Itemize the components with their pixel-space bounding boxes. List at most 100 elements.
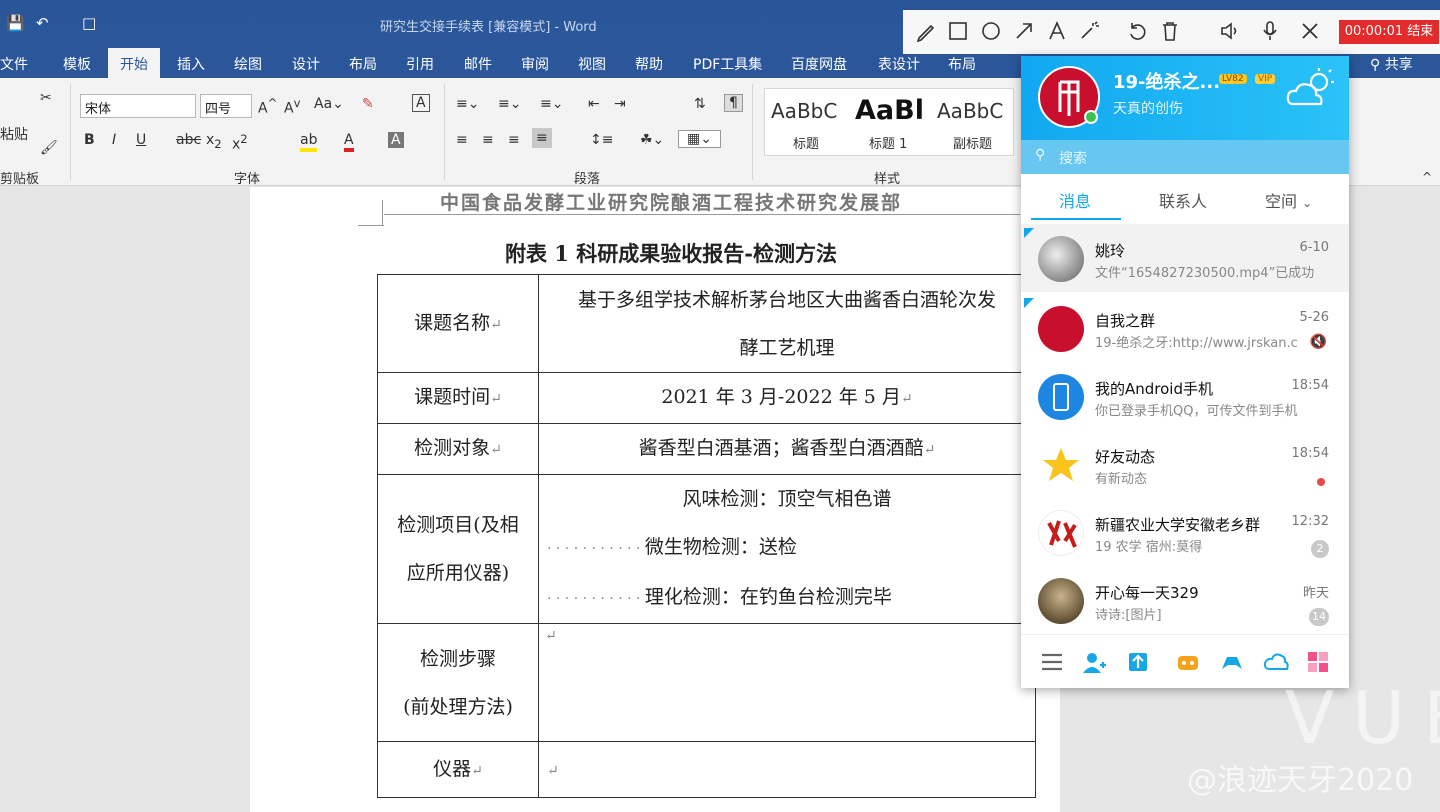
strikethrough-button[interactable]: abc [176, 132, 201, 148]
tab-home[interactable]: 开始 [108, 48, 160, 78]
align-center-button[interactable]: ≡ [482, 132, 494, 148]
change-case-button[interactable]: Aa⌄ [314, 96, 344, 112]
app-grid-icon[interactable] [1305, 649, 1331, 675]
increase-indent-button[interactable]: ⇥ [614, 96, 626, 112]
style-preview-heading1[interactable]: AaBl [855, 95, 924, 126]
qq-signature[interactable]: 天真的创伤 [1113, 98, 1183, 118]
table-cell-label: 课题名称↵ [377, 274, 539, 373]
table-cell-value[interactable]: 风味检测：顶空气相色谱 · · · · · · · · · · · 微生物检测：… [538, 474, 1036, 624]
borders-button[interactable]: ▦⌄ [678, 130, 721, 148]
qq-search-bar[interactable]: ⚲ 搜索 [1021, 140, 1349, 174]
shading-button[interactable]: ☘⌄ [640, 132, 664, 148]
tab-layout[interactable]: 布局 [349, 54, 377, 74]
file-transfer-icon[interactable] [1125, 649, 1151, 675]
weather-cloud-icon[interactable] [1283, 64, 1339, 112]
tab-design[interactable]: 设计 [292, 54, 320, 74]
undo-icon[interactable] [1126, 20, 1148, 42]
table-cell-value[interactable]: 酱香型白酒基酒；酱香型白酒酒醅↵ [538, 423, 1036, 475]
tab-messages[interactable]: 消息 [1059, 188, 1091, 212]
weiyun-cloud-icon[interactable] [1263, 649, 1289, 675]
tab-baidu-netdisk[interactable]: 百度网盘 [791, 54, 847, 74]
chat-item[interactable]: 新疆农业大学安徽老乡群 19 农学 宿州:莫得 12:32 2 [1021, 498, 1349, 566]
grow-font-button[interactable]: A^ [258, 96, 277, 117]
speaker-icon[interactable] [1219, 20, 1241, 42]
table-cell-value[interactable]: 基于多组学技术解析茅台地区大曲酱香白酒轮次发 酵工艺机理 [538, 274, 1036, 373]
table-cell-value[interactable]: ↵ [538, 741, 1036, 798]
tab-insert[interactable]: 插入 [177, 54, 205, 74]
tab-table-layout[interactable]: 布局 [948, 54, 976, 74]
chat-item[interactable]: 自我之群 19-绝杀之牙:http://www.jrskan.c 5-26 🔇 [1021, 294, 1349, 362]
table-cell-value[interactable]: 2021 年 3 月-2022 年 5 月↵ [538, 372, 1036, 424]
magic-wand-icon[interactable] [1078, 20, 1100, 42]
chat-item[interactable]: 我的Android手机 你已登录手机QQ，可传文件到手机 18:54 [1021, 362, 1349, 430]
font-color-button[interactable]: A [344, 132, 354, 152]
font-name-select[interactable]: 宋体 [80, 94, 196, 118]
justify-button[interactable]: ≡ [532, 128, 552, 148]
tab-pdf-tools[interactable]: PDF工具集 [693, 54, 762, 74]
tab-references[interactable]: 引用 [406, 54, 434, 74]
bold-button[interactable]: B [84, 132, 95, 148]
table-row: 仪器↵ ↵ [377, 741, 1036, 798]
tab-file[interactable]: 文件 [0, 54, 28, 74]
pen-icon[interactable] [915, 20, 937, 42]
tab-table-design[interactable]: 表设计 [878, 54, 920, 74]
numbering-button[interactable]: ≡⌄ [498, 96, 521, 112]
clear-format-icon[interactable]: ✎ [362, 96, 374, 112]
game-center-icon[interactable] [1175, 649, 1201, 675]
rectangle-icon[interactable] [947, 20, 969, 42]
chat-item[interactable]: 好友动态 有新动态 18:54 [1021, 430, 1349, 498]
tab-template[interactable]: 模板 [63, 54, 91, 74]
tab-contacts[interactable]: 联系人 [1159, 188, 1207, 212]
tab-draw[interactable]: 绘图 [234, 54, 262, 74]
shrink-font-button[interactable]: Av [284, 96, 300, 117]
tab-mailings[interactable]: 邮件 [464, 54, 492, 74]
circle-icon[interactable] [980, 20, 1002, 42]
align-right-button[interactable]: ≡ [508, 132, 520, 148]
tab-help[interactable]: 帮助 [635, 54, 663, 74]
bullets-button[interactable]: ≡⌄ [456, 96, 479, 112]
tab-review[interactable]: 审阅 [521, 54, 549, 74]
style-preview-title[interactable]: AaBbC [771, 99, 837, 123]
show-marks-button[interactable]: ¶ [724, 94, 743, 112]
align-left-button[interactable]: ≡ [456, 132, 468, 148]
decrease-indent-button[interactable]: ⇤ [588, 96, 600, 112]
font-group-label: 字体 [234, 172, 261, 187]
new-doc-icon[interactable]: □ [82, 14, 96, 32]
arrow-icon[interactable] [1013, 20, 1035, 42]
menu-icon[interactable] [1039, 649, 1065, 675]
table-cell-value[interactable]: ↵ [538, 623, 1036, 742]
tab-qzone[interactable]: 空间 ⌄ [1265, 188, 1312, 212]
chat-item[interactable]: 姚玲 文件“1654827230500.mp4”已成功 6-10 [1021, 224, 1349, 292]
table-row: 检测项目(及相 应所用仪器) 风味检测：顶空气相色谱 · · · · · · · … [377, 474, 1036, 624]
sort-button[interactable]: ⇅ [694, 96, 706, 112]
text-icon[interactable] [1046, 20, 1068, 42]
undo-icon[interactable]: ↶ [36, 14, 49, 32]
share-button[interactable]: ⚲ 共享 [1370, 54, 1413, 74]
gamepad-icon[interactable] [1219, 649, 1245, 675]
line-spacing-button[interactable]: ↕≡ [590, 132, 613, 148]
font-size-select[interactable]: 四号 [200, 94, 252, 118]
avatar [1038, 510, 1084, 556]
chat-item[interactable]: 开心每一天329 诗诗:[图片] 昨天 14 [1021, 566, 1349, 634]
add-friend-icon[interactable] [1081, 649, 1107, 675]
microphone-icon[interactable] [1259, 20, 1281, 42]
underline-button[interactable]: U [136, 132, 146, 148]
close-icon[interactable] [1299, 20, 1321, 42]
multilevel-list-button[interactable]: ≡⌄ [540, 96, 563, 112]
pinned-marker [1024, 228, 1034, 238]
trash-icon[interactable] [1159, 20, 1181, 42]
tab-view[interactable]: 视图 [578, 54, 606, 74]
subscript-button[interactable]: x2 [206, 132, 222, 151]
paste-button[interactable]: 粘贴 [0, 124, 28, 144]
format-painter-icon[interactable]: 🖌 [40, 140, 58, 156]
collapse-ribbon-icon[interactable]: ^ [1422, 170, 1432, 184]
char-shading-button[interactable]: A [388, 132, 404, 148]
cut-icon[interactable]: ✂ [40, 90, 52, 106]
superscript-button[interactable]: x2 [232, 132, 248, 153]
highlight-button[interactable]: ab [300, 132, 318, 152]
stop-recording-button[interactable]: 00:00:01 结束 [1339, 20, 1439, 44]
save-icon[interactable]: 💾 [6, 14, 25, 32]
style-preview-subtitle[interactable]: AaBbC [937, 99, 1003, 123]
italic-button[interactable]: I [112, 132, 116, 148]
char-border-button[interactable]: A [412, 94, 430, 112]
